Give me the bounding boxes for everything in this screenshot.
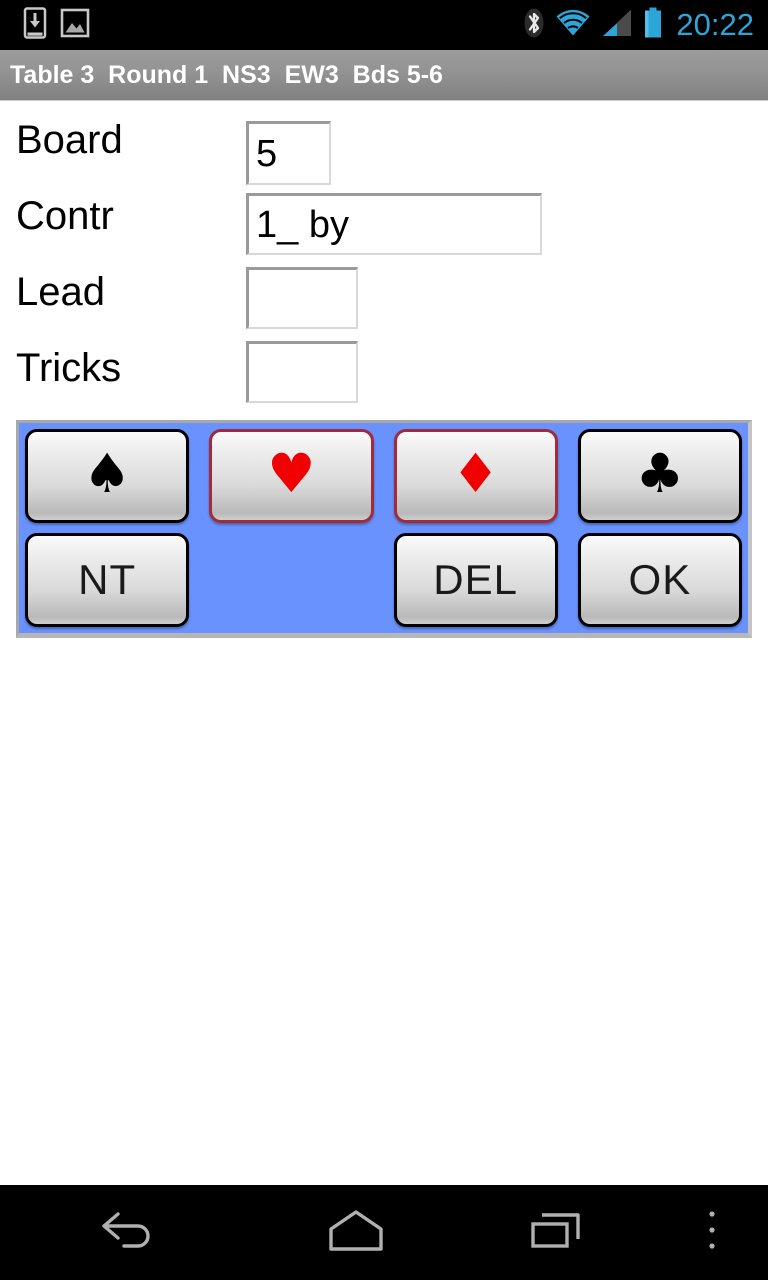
session-info-label: Table 3 Round 1 NS3 EW3 Bds 5-6 [10, 60, 443, 89]
recents-button[interactable] [456, 1185, 656, 1280]
contract-label: Contr [16, 194, 114, 238]
status-bar-right-icons: 20:22 [523, 7, 768, 44]
key-empty-slot [209, 533, 373, 627]
key-notrump-label: NT [78, 556, 137, 603]
keypad-grid: ♠ ♥ ♦ ♣ NT DEL OK [25, 429, 742, 627]
key-delete-label: DEL [433, 556, 518, 603]
heart-suit-icon: ♥ [267, 442, 316, 505]
suit-keypad-panel: ♠ ♥ ♦ ♣ NT DEL OK [16, 420, 752, 638]
form-row-lead: Lead [0, 253, 768, 329]
screenshot-image-icon [60, 8, 90, 43]
form-row-board: Board 5 [0, 101, 768, 185]
key-delete[interactable]: DEL [393, 533, 558, 627]
overflow-menu-icon [706, 1208, 718, 1257]
spade-suit-icon: ♠ [82, 442, 132, 505]
battery-icon [643, 7, 663, 44]
status-bar-clock: 20:22 [676, 6, 754, 42]
key-ok[interactable]: OK [577, 533, 742, 627]
wifi-icon [555, 8, 591, 43]
bluetooth-icon [523, 7, 545, 44]
board-input[interactable]: 5 [246, 121, 331, 185]
menu-button[interactable] [656, 1185, 768, 1280]
status-bar-left-icons [0, 6, 90, 44]
key-diamond[interactable]: ♦ [393, 429, 558, 523]
recent-apps-icon [528, 1207, 584, 1258]
form-row-tricks: Tricks [0, 329, 768, 405]
cellular-signal-icon [601, 8, 633, 43]
app-screen: 20:22 Table 3 Round 1 NS3 EW3 Bds 5-6 Bo… [0, 0, 768, 1280]
lead-input[interactable] [246, 267, 358, 329]
key-notrump[interactable]: NT [25, 533, 190, 627]
score-entry-form: Board 5 Contr 1_ by Lead Tricks [0, 101, 768, 405]
android-navigation-bar [0, 1185, 768, 1280]
key-club[interactable]: ♣ [577, 429, 742, 523]
diamond-suit-icon: ♦ [451, 442, 500, 505]
board-label: Board [16, 118, 123, 162]
club-suit-icon: ♣ [635, 442, 685, 505]
home-icon [325, 1207, 387, 1258]
contract-input[interactable]: 1_ by [246, 193, 542, 255]
download-icon [22, 6, 48, 44]
key-spade[interactable]: ♠ [25, 429, 190, 523]
form-row-contract: Contr 1_ by [0, 177, 768, 255]
status-bar: 20:22 [0, 0, 768, 50]
key-heart[interactable]: ♥ [209, 429, 374, 523]
app-title-bar: Table 3 Round 1 NS3 EW3 Bds 5-6 [0, 50, 768, 101]
home-button[interactable] [256, 1185, 456, 1280]
back-button[interactable] [0, 1185, 256, 1280]
tricks-label: Tricks [16, 346, 122, 390]
back-arrow-icon [98, 1208, 158, 1257]
lead-label: Lead [16, 270, 105, 314]
tricks-input[interactable] [246, 341, 358, 403]
key-ok-label: OK [628, 556, 692, 603]
